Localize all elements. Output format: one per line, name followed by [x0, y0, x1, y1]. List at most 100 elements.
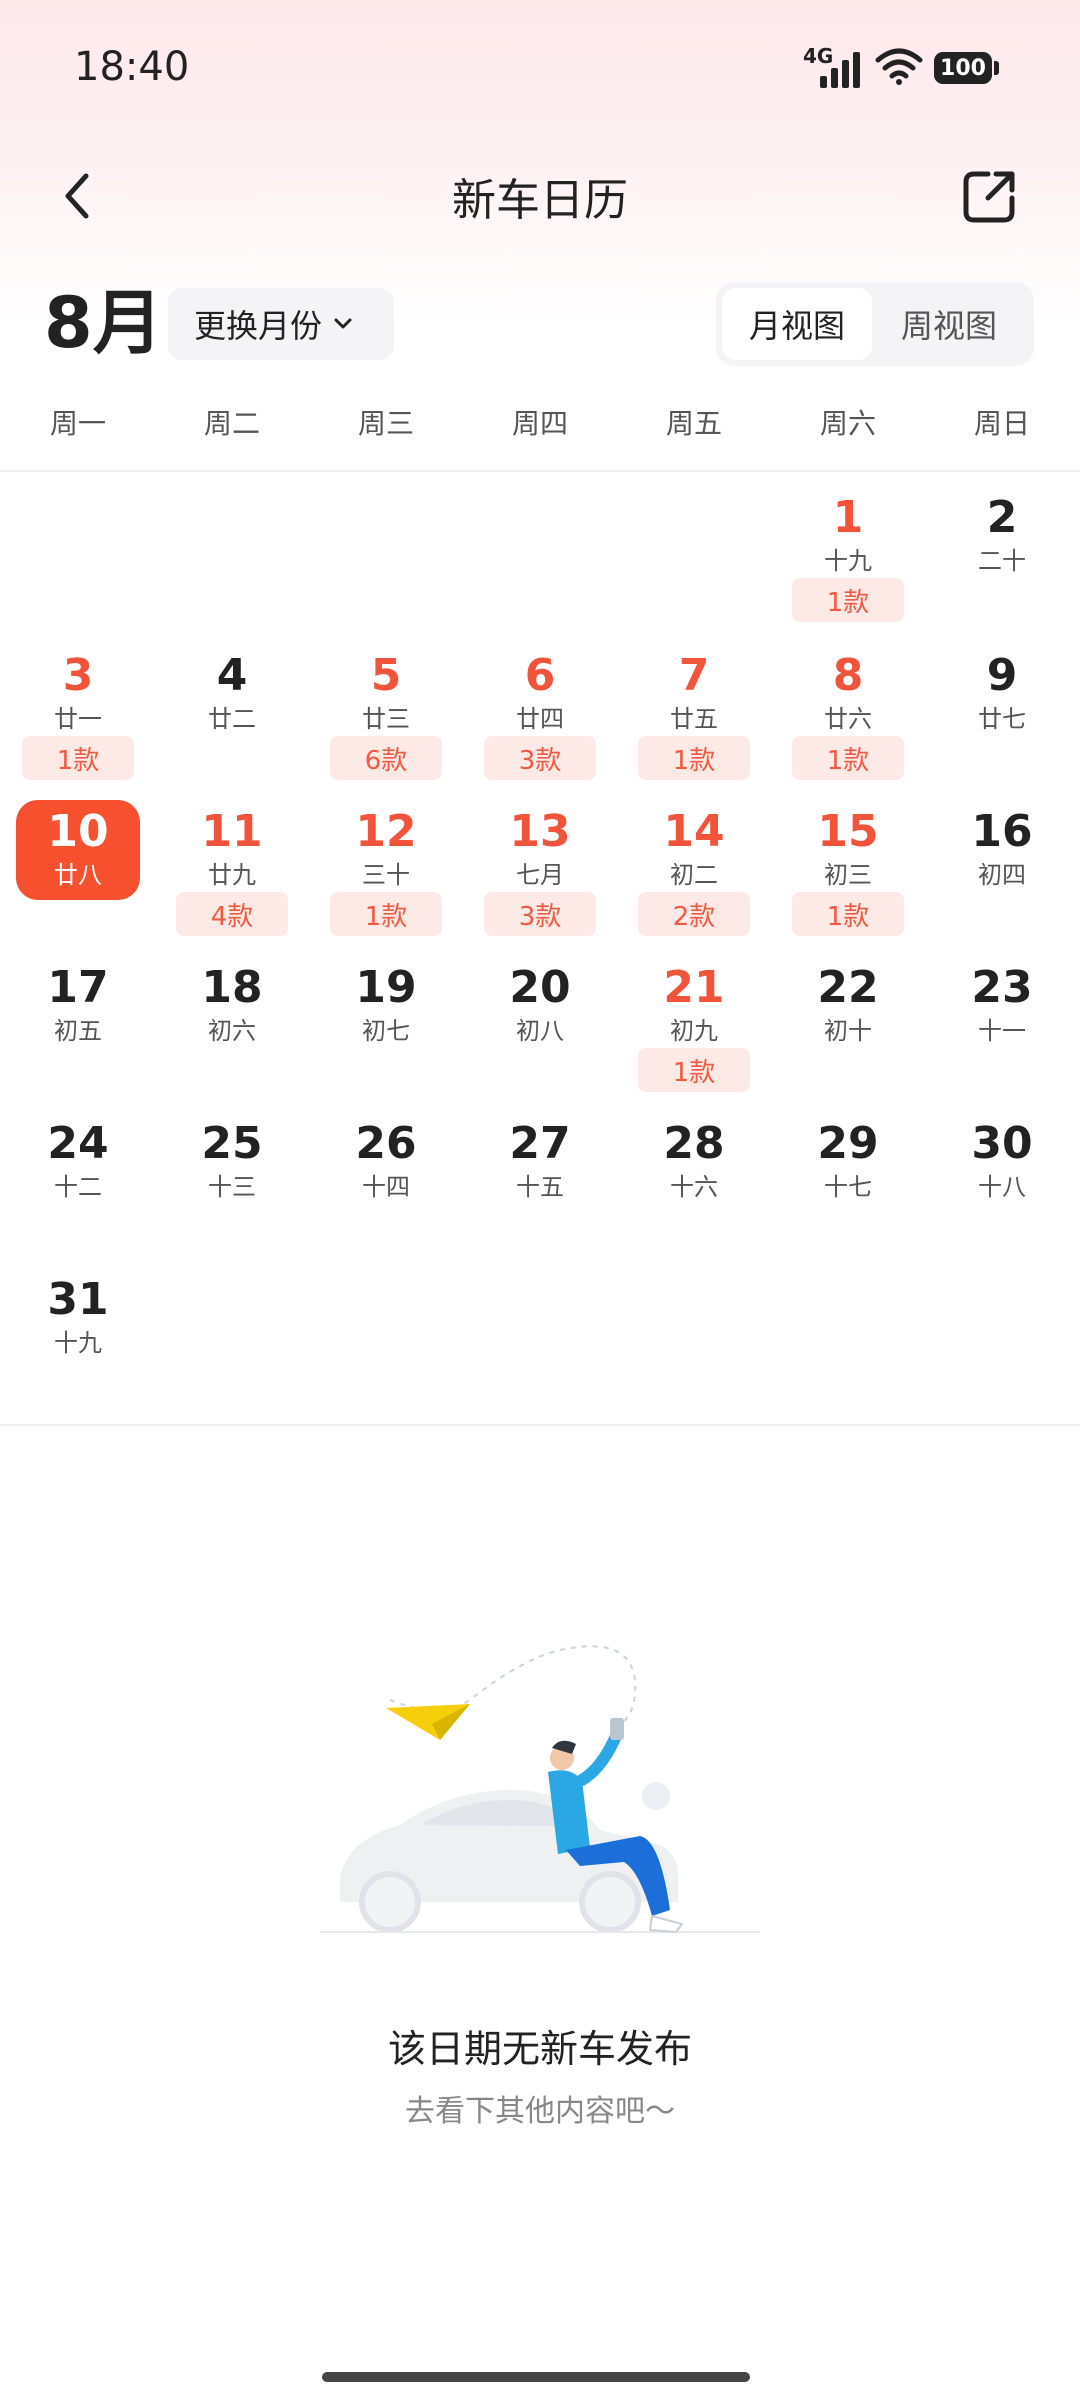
release-count-badge[interactable]: 1款 [22, 736, 134, 780]
release-count-badge[interactable]: 1款 [792, 736, 904, 780]
day-number: 8 [832, 650, 864, 701]
release-count-badge[interactable]: 4款 [176, 892, 288, 936]
lunar-date: 初八 [516, 1017, 564, 1045]
battery-tip [994, 61, 999, 75]
day-number: 11 [201, 806, 263, 857]
calendar-day[interactable]: 30 十八 [932, 1116, 1072, 1224]
calendar-day[interactable]: 17 初五 [8, 960, 148, 1068]
chevron-down-icon [334, 318, 352, 329]
calendar-day[interactable]: 20 初八 [470, 960, 610, 1068]
day-number: 14 [663, 806, 725, 857]
calendar-day[interactable]: 26 十四 [316, 1116, 456, 1224]
day-number: 24 [47, 1118, 109, 1169]
day-number: 7 [678, 650, 710, 701]
calendar-day[interactable]: 18 初六 [162, 960, 302, 1068]
release-count-badge[interactable]: 1款 [792, 578, 904, 622]
release-count-badge[interactable]: 3款 [484, 736, 596, 780]
day-number: 31 [47, 1274, 109, 1325]
view-toggle: 月视图 周视图 [716, 282, 1034, 366]
day-number: 4 [216, 650, 248, 701]
lunar-date: 廿三 [362, 705, 410, 733]
battery-level: 100 [940, 55, 986, 81]
day-number: 27 [509, 1118, 571, 1169]
lunar-date: 廿五 [670, 705, 718, 733]
lunar-date: 十四 [362, 1173, 410, 1201]
home-indicator [322, 2372, 750, 2382]
day-number: 19 [355, 962, 417, 1013]
day-number: 12 [355, 806, 417, 857]
lunar-date: 十九 [54, 1329, 102, 1357]
weekday-label: 周日 [973, 407, 1030, 440]
calendar-day[interactable]: 29 十七 [778, 1116, 918, 1224]
release-count-badge[interactable]: 1款 [330, 892, 442, 936]
release-count-badge[interactable]: 6款 [330, 736, 442, 780]
weekday-label: 周一 [49, 407, 106, 440]
day-number: 17 [47, 962, 109, 1013]
status-time: 18:40 [74, 44, 190, 90]
calendar-day[interactable]: 24 十二 [8, 1116, 148, 1224]
lunar-date: 廿八 [54, 861, 102, 889]
lunar-date: 初五 [54, 1017, 102, 1045]
calendar-day[interactable]: 9 廿七 [932, 648, 1072, 756]
lunar-date: 十九 [824, 547, 872, 575]
calendar-day[interactable]: 27 十五 [470, 1116, 610, 1224]
day-number: 1 [832, 492, 864, 543]
chevron-left-icon [65, 173, 89, 219]
lunar-date: 廿二 [208, 705, 256, 733]
day-number: 10 [47, 806, 109, 857]
lunar-date: 廿六 [824, 705, 872, 733]
week-view-tab[interactable]: 周视图 [874, 288, 1024, 360]
lunar-date: 廿七 [978, 705, 1026, 733]
weekday-label: 周五 [665, 407, 722, 440]
day-number: 21 [663, 962, 725, 1013]
share-button[interactable] [958, 166, 1020, 228]
lunar-date: 初六 [208, 1017, 256, 1045]
release-count-badge[interactable]: 2款 [638, 892, 750, 936]
calendar-day[interactable]: 25 十三 [162, 1116, 302, 1224]
lunar-date: 初十 [824, 1017, 872, 1045]
back-button[interactable] [52, 166, 102, 226]
status-bar: 18:40 4G 100 [0, 0, 1080, 140]
day-number: 16 [971, 806, 1033, 857]
day-number: 20 [509, 962, 571, 1013]
release-count-badge[interactable]: 1款 [638, 736, 750, 780]
lunar-date: 廿九 [208, 861, 256, 889]
header-divider [0, 470, 1080, 472]
empty-state-subtitle: 去看下其他内容吧～ [405, 2094, 675, 2129]
lunar-date: 十三 [208, 1173, 256, 1201]
lunar-date: 十六 [670, 1173, 718, 1201]
lunar-date: 十七 [824, 1173, 872, 1201]
calendar-day[interactable]: 2 二十 [932, 490, 1072, 598]
calendar-day[interactable]: 19 初七 [316, 960, 456, 1068]
change-month-button[interactable]: 更换月份 [168, 288, 394, 360]
release-count-badge[interactable]: 1款 [638, 1048, 750, 1092]
lunar-date: 初七 [362, 1017, 410, 1045]
empty-state-illustration [320, 1645, 760, 1934]
month-label: 8月 [44, 282, 163, 364]
lunar-date: 三十 [362, 861, 410, 889]
calendar-day[interactable]: 31 十九 [8, 1272, 148, 1380]
day-number: 26 [355, 1118, 417, 1169]
calendar-day[interactable]: 10 廿八 [8, 804, 148, 912]
calendar-day[interactable]: 23 十一 [932, 960, 1072, 1068]
day-number: 2 [986, 492, 1018, 543]
lunar-date: 十一 [978, 1017, 1026, 1045]
share-external-icon [963, 171, 1015, 223]
day-number: 29 [817, 1118, 879, 1169]
day-number: 13 [509, 806, 571, 857]
lunar-date: 二十 [978, 547, 1026, 575]
lunar-date: 初四 [978, 861, 1026, 889]
day-number: 30 [971, 1118, 1033, 1169]
empty-state-title: 该日期无新车发布 [387, 2027, 692, 2071]
month-view-tab[interactable]: 月视图 [722, 288, 872, 360]
lunar-date: 初二 [670, 861, 718, 889]
release-count-badge[interactable]: 1款 [792, 892, 904, 936]
release-count-badge[interactable]: 3款 [484, 892, 596, 936]
calendar-day[interactable]: 28 十六 [624, 1116, 764, 1224]
calendar-day[interactable]: 16 初四 [932, 804, 1072, 912]
page-title: 新车日历 [452, 175, 628, 226]
calendar-day[interactable]: 22 初十 [778, 960, 918, 1068]
calendar-day[interactable]: 4 廿二 [162, 648, 302, 756]
calendar-divider [0, 1424, 1080, 1426]
day-number: 5 [370, 650, 402, 701]
